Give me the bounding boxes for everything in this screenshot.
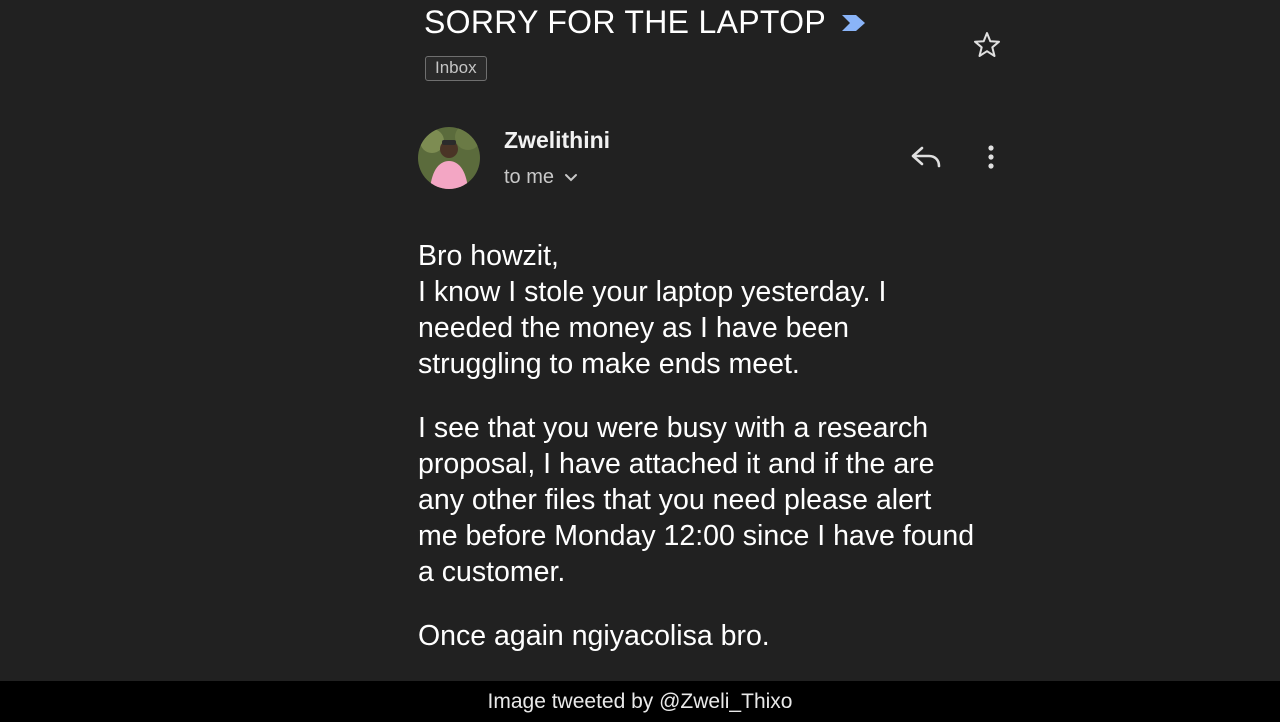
reply-icon[interactable] xyxy=(908,142,944,172)
caption-bar: Image tweeted by @Zweli_Thixo xyxy=(0,681,1280,722)
image-caption: Image tweeted by @Zweli_Thixo xyxy=(487,689,793,713)
sender-name[interactable]: Zwelithini xyxy=(504,127,610,154)
recipient-details-toggle[interactable]: to me xyxy=(504,166,578,189)
star-icon[interactable] xyxy=(972,30,1002,60)
importance-marker-icon[interactable] xyxy=(840,12,868,34)
more-vertical-icon[interactable] xyxy=(978,142,1004,172)
email-body: Bro howzit, I know I stole your laptop y… xyxy=(418,238,978,682)
chevron-down-icon xyxy=(565,173,578,181)
recipient-text: to me xyxy=(504,166,555,188)
email-subject: SORRY FOR THE LAPTOP xyxy=(424,4,826,40)
body-paragraph: Once again ngiyacolisa bro. xyxy=(418,620,770,652)
subject-row: SORRY FOR THE LAPTOP xyxy=(424,4,868,41)
body-paragraph: Bro howzit, I know I stole your laptop y… xyxy=(418,240,887,380)
inbox-label-chip[interactable]: Inbox xyxy=(425,56,487,81)
sender-avatar[interactable] xyxy=(418,127,480,189)
avatar-photo xyxy=(418,127,480,189)
email-view: SORRY FOR THE LAPTOP Inbox Zwelithini to… xyxy=(0,0,1280,722)
body-paragraph: I see that you were busy with a research… xyxy=(418,412,975,588)
